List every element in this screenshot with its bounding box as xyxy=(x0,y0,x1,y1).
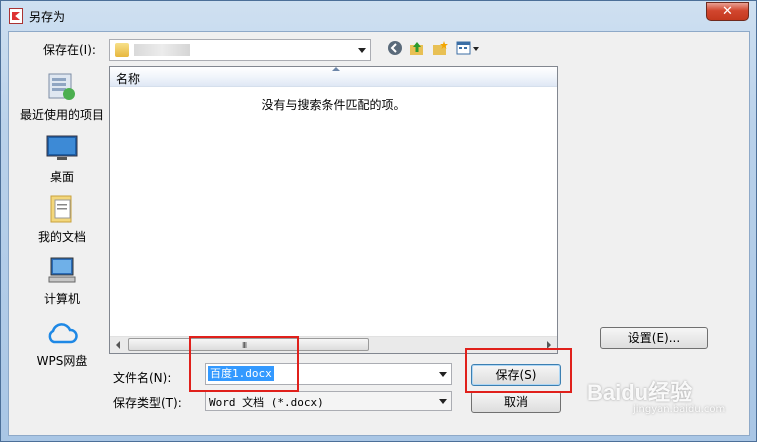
file-list[interactable]: 名称 没有与搜索条件匹配的项。 III xyxy=(109,66,558,354)
recent-items-icon xyxy=(45,72,79,102)
settings-button[interactable]: 设置(E)... xyxy=(600,327,708,349)
scroll-left-icon[interactable] xyxy=(116,341,120,349)
place-label: 最近使用的项目 xyxy=(19,108,104,122)
desktop-icon xyxy=(45,134,79,164)
new-folder-icon[interactable] xyxy=(431,40,449,58)
annotation-box-filename xyxy=(189,336,299,392)
folder-icon xyxy=(115,43,129,57)
place-label: WPS网盘 xyxy=(36,354,88,368)
place-recent[interactable]: 最近使用的项目 xyxy=(14,72,110,123)
back-icon[interactable] xyxy=(386,40,404,58)
documents-icon xyxy=(45,194,79,224)
filename-label: 文件名(N): xyxy=(113,371,172,385)
place-wps-cloud[interactable]: WPS网盘 xyxy=(14,318,110,369)
annotation-box-save xyxy=(465,348,572,393)
window-title: 另存为 xyxy=(29,10,66,24)
pdf-app-icon xyxy=(9,8,23,24)
place-label: 我的文档 xyxy=(37,230,86,244)
filetype-label: 保存类型(T): xyxy=(113,396,182,410)
filetype-select[interactable]: Word 文档 (*.docx) xyxy=(205,391,452,411)
place-desktop[interactable]: 桌面 xyxy=(14,134,110,185)
watermark-url: jingyan.baidu.com xyxy=(633,404,726,415)
column-label: 名称 xyxy=(116,72,141,86)
computer-icon xyxy=(45,256,79,286)
place-label: 桌面 xyxy=(49,170,74,184)
close-icon[interactable]: ✕ xyxy=(706,2,749,21)
cloud-icon xyxy=(45,318,79,348)
up-folder-icon[interactable] xyxy=(408,40,426,58)
watermark-logo: Baidu经验 xyxy=(587,380,693,405)
chevron-down-icon[interactable] xyxy=(439,372,447,377)
title-bar: 另存为 ✕ xyxy=(1,1,757,31)
chevron-down-icon[interactable] xyxy=(358,48,366,53)
view-menu-icon[interactable] xyxy=(455,40,481,58)
place-documents[interactable]: 我的文档 xyxy=(14,194,110,245)
save-in-combo[interactable] xyxy=(109,39,371,61)
sort-up-icon xyxy=(332,67,340,71)
save-in-label: 保存在(I): xyxy=(43,43,96,57)
cancel-button[interactable]: 取消 xyxy=(471,391,561,413)
empty-message: 没有与搜索条件匹配的项。 xyxy=(261,98,406,112)
chevron-down-icon[interactable] xyxy=(439,399,447,404)
save-in-path xyxy=(134,44,190,56)
place-computer[interactable]: 计算机 xyxy=(14,256,110,307)
filetype-value: Word 文档 (*.docx) xyxy=(209,396,324,409)
column-header-name[interactable]: 名称 xyxy=(110,67,557,87)
save-as-dialog: 另存为 ✕ 保存在(I): 最近使用的项目 桌面 我的文档 计算机 WPS网盘 … xyxy=(0,0,757,442)
place-label: 计算机 xyxy=(43,292,80,306)
